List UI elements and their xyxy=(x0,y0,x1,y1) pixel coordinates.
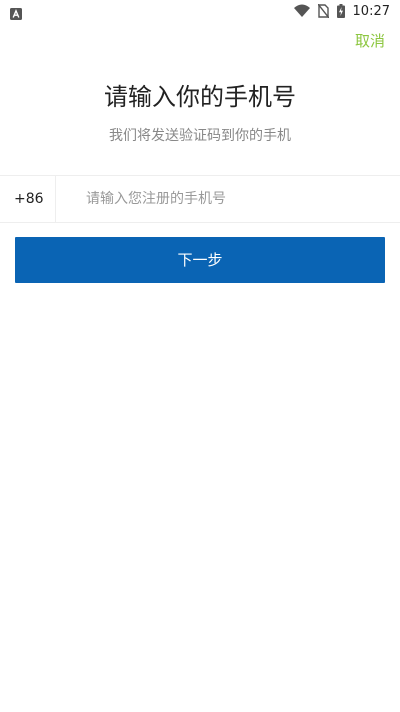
wifi-icon xyxy=(293,3,310,22)
phone-input-row: +86 xyxy=(0,175,400,223)
page-subtitle: 我们将发送验证码到你的手机 xyxy=(109,128,291,144)
status-bar: 10:27 xyxy=(0,0,400,24)
cancel-button[interactable]: 取消 xyxy=(355,31,385,51)
next-step-button[interactable]: 下一步 xyxy=(15,237,385,283)
no-sim-icon xyxy=(316,3,330,22)
phone-number-input[interactable] xyxy=(72,176,382,222)
country-code-selector[interactable]: +86 xyxy=(0,176,56,222)
status-icons: 10:27 xyxy=(293,3,390,22)
battery-charging-icon xyxy=(336,3,345,22)
phone-login-screen: 10:27 取消 请输入你的手机号 我们将发送验证码到你的手机 +86 下一步 xyxy=(0,0,400,712)
status-time: 10:27 xyxy=(352,4,390,19)
page-title: 请输入你的手机号 xyxy=(104,83,296,111)
notification-a-icon xyxy=(10,5,22,20)
